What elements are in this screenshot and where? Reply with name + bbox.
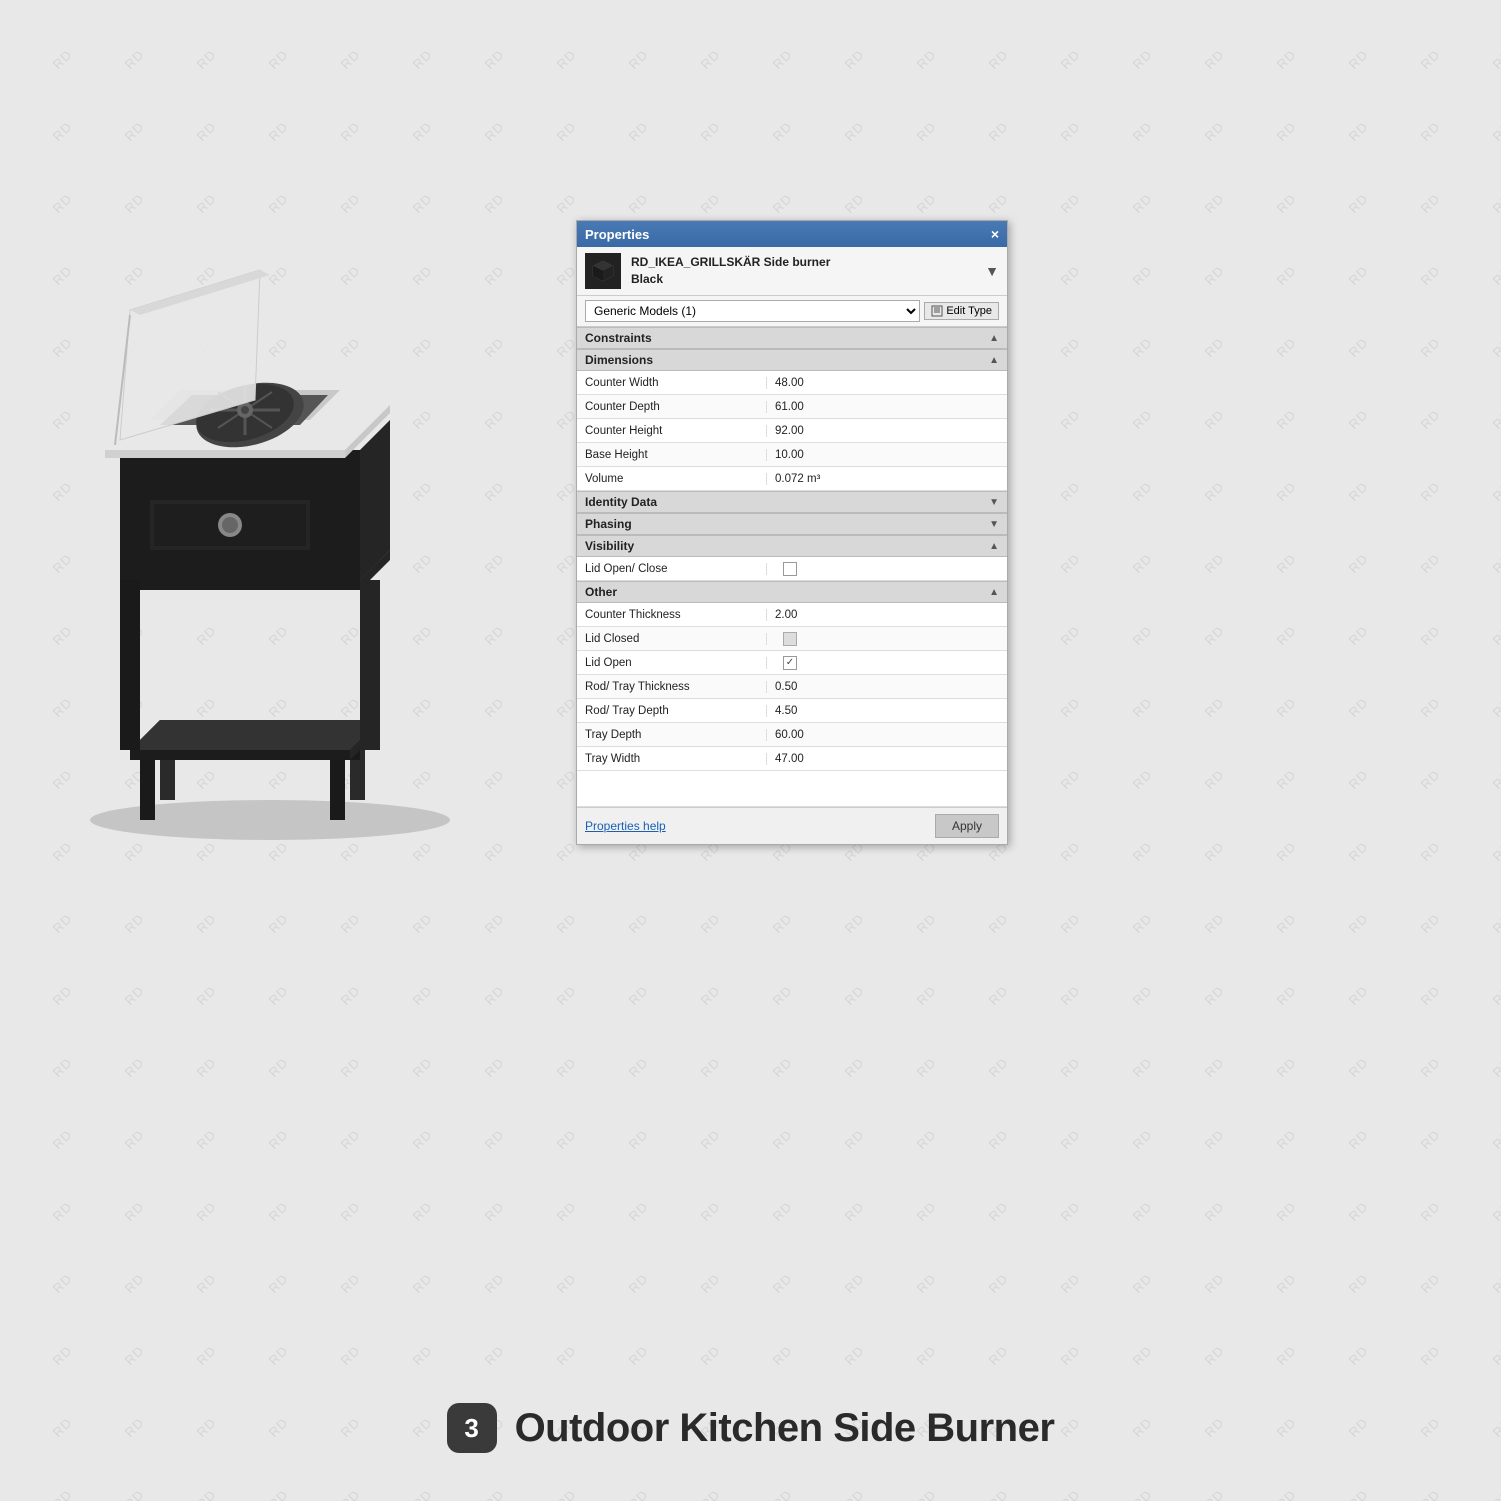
phasing-arrow: ▼ xyxy=(989,519,999,530)
number-badge: 3 xyxy=(447,1403,497,1453)
prop-lid-open: Lid Open xyxy=(577,651,1007,675)
section-dimensions[interactable]: Dimensions ▲ xyxy=(577,349,1007,371)
apply-button[interactable]: Apply xyxy=(935,814,999,838)
model-name-line1: RD_IKEA_GRILLSKÄR Side burner xyxy=(631,254,830,271)
prop-lid-open-close: Lid Open/ Close xyxy=(577,557,1007,581)
prop-rod-tray-thickness: Rod/ Tray Thickness 0.50 xyxy=(577,675,1007,699)
section-other[interactable]: Other ▲ xyxy=(577,581,1007,603)
panel-close-button[interactable]: × xyxy=(991,227,999,241)
prop-counter-width: Counter Width 48.00 xyxy=(577,371,1007,395)
properties-panel: Properties × RD_IKEA_GRILLSKÄR Side burn… xyxy=(576,220,1008,845)
lid-open-close-checkbox[interactable] xyxy=(783,562,797,576)
constraints-arrow: ▲ xyxy=(989,333,999,344)
visibility-arrow: ▲ xyxy=(989,541,999,552)
dimensions-arrow: ▲ xyxy=(989,355,999,366)
prop-counter-thickness: Counter Thickness 2.00 xyxy=(577,603,1007,627)
prop-counter-height: Counter Height 92.00 xyxy=(577,419,1007,443)
lid-open-checkbox[interactable] xyxy=(783,656,797,670)
prop-base-height: Base Height 10.00 xyxy=(577,443,1007,467)
page-title: Outdoor Kitchen Side Burner xyxy=(515,1406,1055,1451)
model-name-line2: Black xyxy=(631,271,830,288)
model-type-dropdown[interactable]: Generic Models (1) xyxy=(585,300,920,322)
prop-counter-depth: Counter Depth 61.00 xyxy=(577,395,1007,419)
panel-title: Properties xyxy=(585,227,649,242)
properties-help-link[interactable]: Properties help xyxy=(585,819,666,833)
dropdown-row: Generic Models (1) Apply Edit Type xyxy=(577,296,1007,327)
panel-footer: Properties help Apply xyxy=(577,807,1007,844)
model-icon xyxy=(585,253,621,289)
edit-type-button[interactable]: Apply Edit Type xyxy=(924,302,999,320)
header-dropdown-arrow[interactable]: ▼ xyxy=(985,263,999,279)
section-visibility[interactable]: Visibility ▲ xyxy=(577,535,1007,557)
model-name-block: RD_IKEA_GRILLSKÄR Side burner Black xyxy=(631,254,830,288)
other-arrow: ▲ xyxy=(989,587,999,598)
section-phasing[interactable]: Phasing ▼ xyxy=(577,513,1007,535)
identity-data-arrow: ▼ xyxy=(989,497,999,508)
bottom-title-area: 3 Outdoor Kitchen Side Burner xyxy=(0,1403,1501,1453)
empty-spacer-1 xyxy=(577,771,1007,807)
prop-rod-tray-depth: Rod/ Tray Depth 4.50 xyxy=(577,699,1007,723)
prop-volume: Volume 0.072 m³ xyxy=(577,467,1007,491)
lid-closed-checkbox[interactable] xyxy=(783,632,797,646)
prop-lid-closed: Lid Closed xyxy=(577,627,1007,651)
panel-titlebar: Properties × xyxy=(577,221,1007,247)
model-3d-view xyxy=(30,100,530,880)
prop-tray-depth: Tray Depth 60.00 xyxy=(577,723,1007,747)
panel-header: RD_IKEA_GRILLSKÄR Side burner Black ▼ xyxy=(577,247,1007,296)
prop-tray-width: Tray Width 47.00 xyxy=(577,747,1007,771)
section-constraints[interactable]: Constraints ▲ xyxy=(577,327,1007,349)
section-identity-data[interactable]: Identity Data ▼ xyxy=(577,491,1007,513)
